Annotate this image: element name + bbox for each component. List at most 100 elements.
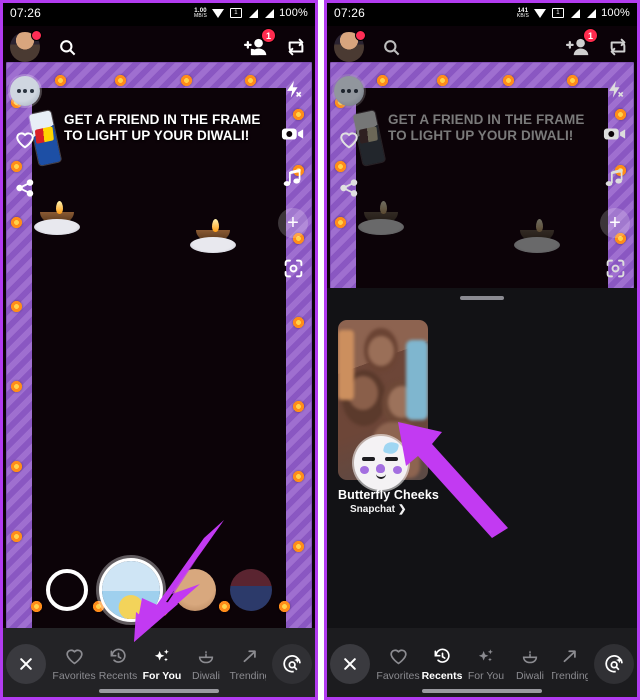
tab-trending[interactable]: Trending	[552, 647, 588, 682]
lens-instruction-text: GET A FRIEND IN THE FRAME TO LIGHT UP YO…	[388, 112, 585, 145]
diya-flame	[536, 219, 543, 232]
scan-icon[interactable]	[279, 254, 307, 282]
share-icon[interactable]	[335, 174, 363, 202]
music-note-icon[interactable]	[279, 164, 307, 192]
scan-icon[interactable]	[601, 254, 629, 282]
close-icon[interactable]	[6, 644, 46, 684]
explore-lens-icon[interactable]	[272, 644, 312, 684]
lens-thumb-active[interactable]	[102, 561, 160, 619]
tab-label: Favorites	[376, 669, 420, 682]
tab-label: Diwali	[515, 669, 544, 682]
tab-diwali[interactable]: Diwali	[184, 647, 228, 682]
network-speed: 141 KB/S	[517, 8, 529, 19]
add-friend-icon[interactable]: 1	[242, 28, 276, 60]
sim-card-icon: 1	[552, 8, 565, 18]
marigold-flower-icon	[334, 216, 347, 229]
left-action-rail	[10, 76, 40, 202]
marigold-flower-icon	[292, 400, 305, 413]
chat-dots-icon[interactable]	[334, 76, 364, 106]
left-action-rail	[334, 76, 364, 202]
video-camera-icon[interactable]	[601, 120, 629, 148]
music-note-icon[interactable]	[601, 164, 629, 192]
butterfly-wing	[382, 440, 400, 456]
heart-icon[interactable]	[11, 126, 39, 154]
banner-line-1: GET A FRIEND IN THE FRAME	[64, 112, 261, 127]
clock-history-icon	[109, 647, 128, 667]
close-icon[interactable]	[330, 644, 370, 684]
diya-lamp-graphic	[358, 201, 404, 235]
tab-label: For You	[142, 669, 182, 682]
share-icon[interactable]	[11, 174, 39, 202]
network-unit: MB/S	[194, 12, 208, 19]
marigold-flower-icon	[180, 74, 193, 87]
tab-favorites[interactable]: Favorites	[52, 647, 96, 682]
lens-card[interactable]: Butterfly Cheeks Snapchat ❯	[338, 320, 439, 515]
tab-label: Diwali	[191, 669, 220, 682]
video-camera-icon[interactable]	[279, 120, 307, 148]
shutter-button[interactable]	[46, 569, 88, 611]
dual-screenshot-stage: 07:26 1.00 MB/S 1 100% GET A FRIEND IN T…	[0, 0, 640, 700]
lens-thumb-2[interactable]	[174, 569, 216, 611]
lens-mouth	[376, 473, 386, 479]
flash-off-icon[interactable]	[279, 76, 307, 104]
heart-icon[interactable]	[335, 126, 363, 154]
flash-off-icon[interactable]	[601, 76, 629, 104]
butterfly-cheeks-lens-icon[interactable]	[354, 436, 408, 490]
lens-cheek-right	[393, 466, 402, 474]
trending-arrow-icon	[240, 647, 260, 667]
tab-diwali[interactable]: Diwali	[508, 647, 552, 682]
lens-creator-name: Snapchat	[350, 504, 396, 515]
marigold-flower-icon	[10, 460, 23, 473]
nav-tab-list: Favorites Recents	[52, 647, 266, 682]
status-bar: 07:26 1.00 MB/S 1 100%	[0, 0, 318, 26]
marigold-flower-icon	[10, 300, 23, 313]
lens-creator[interactable]: Snapchat ❯	[338, 504, 428, 515]
tab-label: Trending	[229, 669, 266, 682]
lens-instruction-text: GET A FRIEND IN THE FRAME TO LIGHT UP YO…	[64, 112, 261, 145]
marigold-flower-icon	[502, 74, 515, 87]
search-icon[interactable]	[378, 34, 404, 60]
tab-for-you[interactable]: For You	[464, 647, 508, 682]
status-time: 07:26	[10, 6, 42, 20]
drag-handle[interactable]	[460, 296, 504, 300]
clock-history-icon	[433, 647, 452, 667]
right-action-rail: +	[600, 76, 630, 282]
marigold-flower-icon	[10, 216, 23, 229]
plus-icon[interactable]: +	[600, 208, 630, 238]
lens-thumb-3[interactable]	[230, 569, 272, 611]
lens-title: Butterfly Cheeks	[338, 488, 439, 502]
tab-label: Favorites	[52, 669, 96, 682]
banner-line-1: GET A FRIEND IN THE FRAME	[388, 112, 585, 127]
tab-favorites[interactable]: Favorites	[376, 647, 420, 682]
lens-eye-left	[362, 457, 375, 461]
sparkles-icon	[476, 647, 496, 667]
banner-line-2: TO LIGHT UP YOUR DIWALI!	[64, 128, 250, 144]
marigold-flower-icon	[54, 74, 67, 87]
heart-icon	[389, 647, 408, 667]
tab-label: Trending	[552, 669, 588, 682]
search-icon[interactable]	[54, 34, 80, 60]
tab-for-you[interactable]: For You	[140, 647, 184, 682]
tab-trending[interactable]: Trending	[228, 647, 266, 682]
explore-lens-icon[interactable]	[594, 644, 634, 684]
profile-avatar[interactable]	[10, 30, 42, 62]
diya-flame	[380, 201, 387, 214]
add-friend-icon[interactable]: 1	[564, 28, 598, 60]
tab-recents[interactable]: Recents	[96, 647, 140, 682]
plus-icon[interactable]: +	[278, 208, 308, 238]
profile-avatar[interactable]	[334, 30, 366, 62]
tab-label: Recents	[421, 669, 463, 682]
trending-arrow-icon	[560, 647, 580, 667]
sparkles-icon	[152, 647, 172, 667]
chat-dots-icon[interactable]	[10, 76, 40, 106]
nav-tab-list: Favorites Recents	[376, 647, 588, 682]
flip-camera-icon[interactable]	[284, 34, 308, 60]
diya-flame	[212, 219, 219, 232]
lens-eye-right	[385, 457, 398, 461]
diya-lamp-icon	[520, 647, 540, 667]
tab-recents[interactable]: Recents	[420, 647, 464, 682]
add-friend-count-badge: 1	[261, 28, 276, 43]
network-unit: KB/S	[516, 12, 530, 19]
lens-bottom-nav: Favorites Recents	[324, 628, 640, 700]
flip-camera-icon[interactable]	[606, 34, 630, 60]
